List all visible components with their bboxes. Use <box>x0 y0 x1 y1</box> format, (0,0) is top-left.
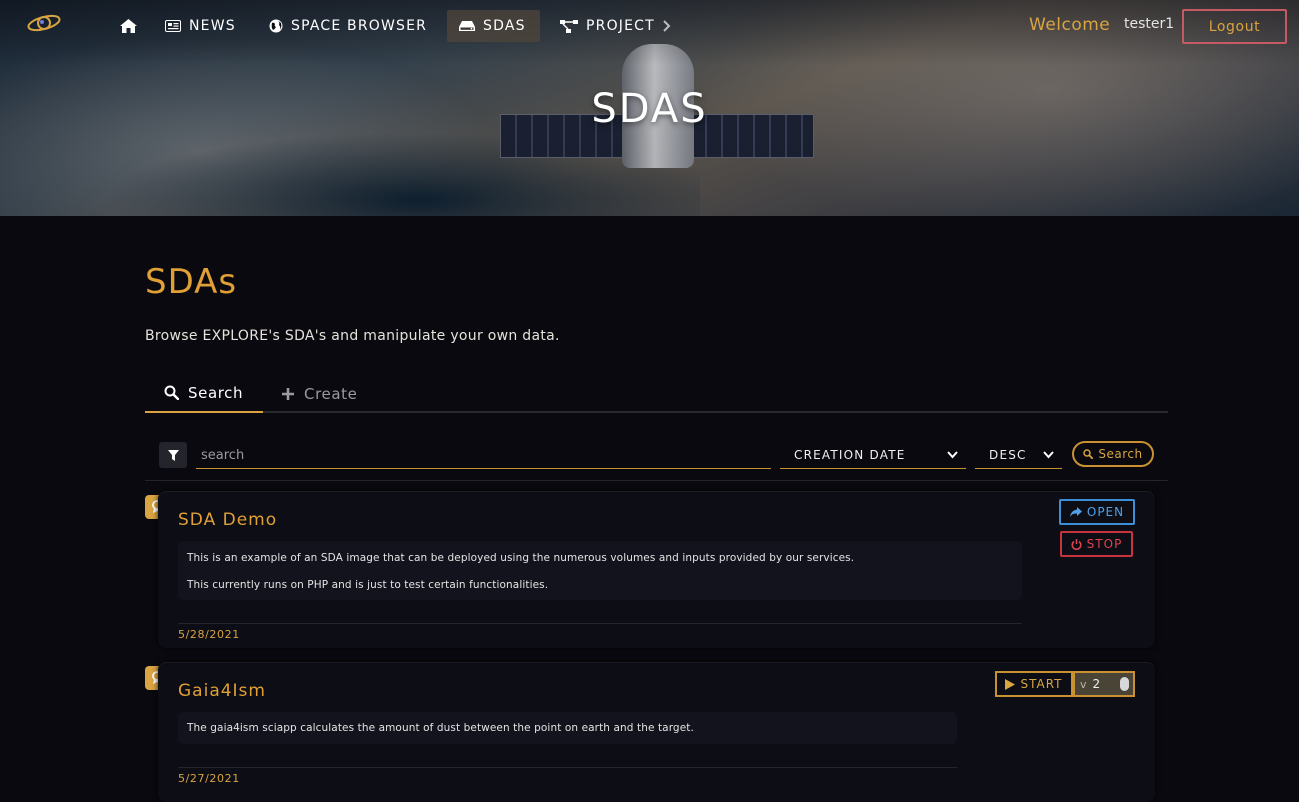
open-button-label: OPEN <box>1086 505 1125 519</box>
stop-button-label: STOP <box>1086 537 1123 551</box>
username: tester1 <box>1124 16 1175 32</box>
hdd-icon <box>459 21 475 31</box>
sda-description-line: This currently runs on PHP and is just t… <box>187 579 549 591</box>
nav-space-browser-label: SPACE BROWSER <box>291 18 428 34</box>
tab-search[interactable]: Search <box>145 374 263 413</box>
sda-description-line: The gaia4ism sciapp calculates the amoun… <box>187 722 694 734</box>
open-button[interactable]: OPEN <box>1059 499 1135 525</box>
stop-button[interactable]: STOP <box>1060 531 1133 557</box>
tab-create[interactable]: Create <box>281 374 357 413</box>
hero-title: SDAS <box>591 86 708 132</box>
filter-button[interactable] <box>159 442 187 468</box>
sort-by-select[interactable]: CREATION DATE <box>780 442 966 469</box>
nav-space-browser[interactable]: SPACE BROWSER <box>257 10 439 42</box>
start-button[interactable]: START <box>995 671 1073 697</box>
search-input[interactable] <box>196 442 771 469</box>
welcome-text: Welcome <box>1029 15 1111 35</box>
search-button-label: Search <box>1098 447 1143 461</box>
nav-sdas-label: SDAS <box>483 18 526 34</box>
filter-icon <box>167 449 179 461</box>
search-bar: CREATION DATE DESC Search <box>145 436 1168 481</box>
search-button[interactable]: Search <box>1072 441 1154 467</box>
sda-title[interactable]: Gaia4Ism <box>178 681 266 701</box>
logout-button[interactable]: Logout <box>1182 9 1287 44</box>
sda-card: Gaia4Ism The gaia4ism sciapp calculates … <box>158 662 1155 802</box>
nav-project[interactable]: PROJECT <box>548 10 683 42</box>
version-stepper[interactable]: v 2 <box>1073 671 1135 697</box>
sort-by-value: CREATION DATE <box>794 448 906 462</box>
sda-date: 5/28/2021 <box>178 628 240 641</box>
tab-search-label: Search <box>188 383 244 402</box>
sda-title[interactable]: SDA Demo <box>178 510 277 530</box>
globe-icon <box>269 19 283 33</box>
page-title: SDAs <box>145 262 238 302</box>
share-icon <box>1069 507 1082 517</box>
home-icon <box>120 19 137 33</box>
search-icon <box>1083 449 1094 459</box>
nav-sdas[interactable]: SDAS <box>447 10 540 42</box>
plus-icon <box>282 387 294 400</box>
sda-card: SDA Demo This is an example of an SDA im… <box>158 491 1155 648</box>
tab-create-label: Create <box>304 384 358 403</box>
newspaper-icon <box>165 20 181 32</box>
chevron-down-icon <box>947 451 958 459</box>
version-value: 2 <box>1092 677 1101 691</box>
project-diagram-icon <box>560 19 578 33</box>
sort-order-value: DESC <box>989 448 1027 462</box>
sda-description: The gaia4ism sciapp calculates the amoun… <box>178 712 957 744</box>
top-navbar: NEWS SPACE BROWSER SDAS PROJECT Welcome … <box>0 0 1299 52</box>
nav-news-label: NEWS <box>189 18 236 34</box>
tab-bar: Search Create <box>145 374 1168 413</box>
sda-description: This is an example of an SDA image that … <box>178 541 1022 600</box>
sda-description-line: This is an example of an SDA image that … <box>187 552 855 564</box>
nav-news[interactable]: NEWS <box>153 10 248 42</box>
chevron-down-icon <box>1043 451 1054 459</box>
power-icon <box>1071 538 1082 550</box>
sda-date: 5/27/2021 <box>178 772 240 785</box>
stepper-arrows-icon[interactable] <box>1120 677 1129 691</box>
page-subtitle: Browse EXPLORE's SDA's and manipulate yo… <box>145 328 560 344</box>
sort-order-select[interactable]: DESC <box>975 442 1062 469</box>
search-icon <box>164 385 179 400</box>
nav-project-label: PROJECT <box>586 18 655 34</box>
logo[interactable] <box>26 12 62 34</box>
chevron-right-icon <box>663 20 671 32</box>
version-prefix: v <box>1080 677 1087 691</box>
play-icon <box>1005 678 1016 690</box>
nav-home[interactable] <box>108 10 149 42</box>
start-button-label: START <box>1020 677 1063 691</box>
